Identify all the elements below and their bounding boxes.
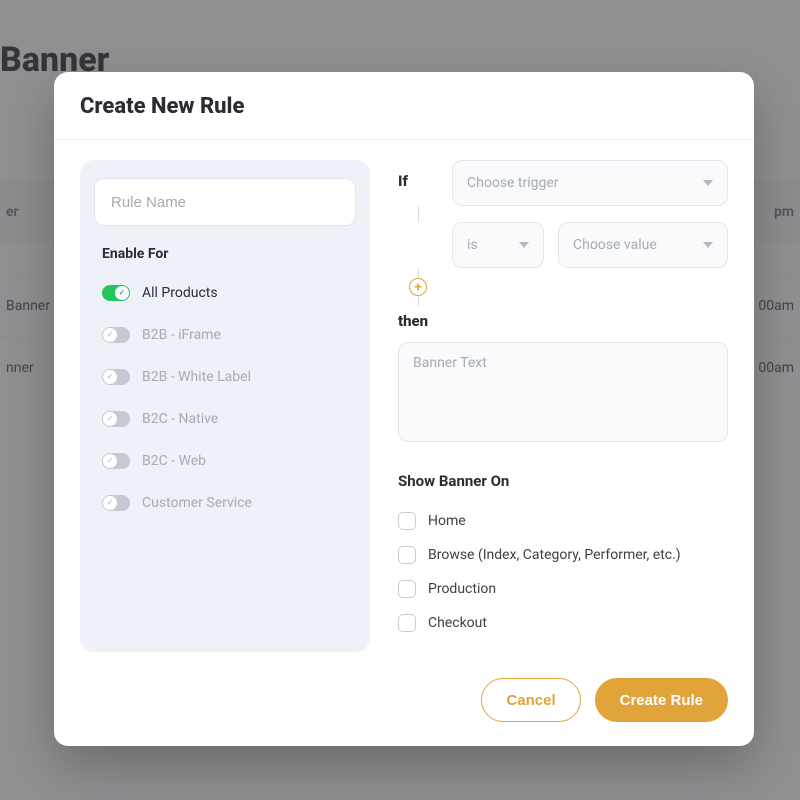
create-rule-modal: Create New Rule Enable For ✓ All Product…	[54, 72, 754, 746]
then-block: then	[398, 312, 728, 446]
toggle-switch[interactable]: ✓	[102, 369, 130, 385]
product-toggle-label: B2B - iFrame	[142, 327, 221, 343]
show-on-option-browse[interactable]: Browse (Index, Category, Performer, etc.…	[398, 538, 728, 572]
check-icon: ✓	[107, 415, 114, 423]
if-trigger-row: If Choose trigger	[398, 160, 728, 206]
check-icon: ✓	[119, 289, 126, 297]
check-icon: ✓	[107, 373, 114, 381]
chevron-down-icon	[703, 180, 713, 186]
checkbox-icon[interactable]	[398, 614, 416, 632]
flow-connector-line	[418, 296, 419, 306]
checkbox-icon[interactable]	[398, 512, 416, 530]
check-icon: ✓	[107, 331, 114, 339]
toggle-switch[interactable]: ✓	[102, 411, 130, 427]
toggle-switch[interactable]: ✓	[102, 453, 130, 469]
check-icon: ✓	[107, 457, 114, 465]
if-connector-1	[398, 206, 728, 222]
chevron-down-icon	[519, 242, 529, 248]
product-toggle-label: B2B - White Label	[142, 369, 251, 385]
plus-icon: +	[414, 281, 421, 294]
toggle-switch[interactable]: ✓	[102, 495, 130, 511]
rule-meta-panel: Enable For ✓ All Products ✓ B2B - iFrame…	[80, 160, 370, 652]
rule-name-input[interactable]	[94, 178, 356, 226]
show-on-option-home[interactable]: Home	[398, 504, 728, 538]
trigger-select-placeholder: Choose trigger	[467, 175, 559, 191]
product-toggle-all-products[interactable]: ✓ All Products	[98, 276, 352, 310]
toggle-switch[interactable]: ✓	[102, 327, 130, 343]
show-banner-on-label: Show Banner On	[398, 472, 728, 490]
if-keyword: If	[398, 160, 438, 190]
show-on-option-checkout[interactable]: Checkout	[398, 606, 728, 640]
operator-select-placeholder: is	[467, 237, 478, 253]
show-on-option-label: Production	[428, 581, 496, 597]
flow-connector-line	[418, 206, 419, 222]
enable-for-label: Enable For	[102, 246, 352, 262]
modal-title: Create New Rule	[80, 94, 728, 119]
enable-for-group: Enable For ✓ All Products ✓ B2B - iFrame…	[94, 246, 356, 520]
modal-footer: Cancel Create Rule	[54, 660, 754, 746]
product-toggle-label: B2C - Web	[142, 453, 206, 469]
checkbox-icon[interactable]	[398, 580, 416, 598]
value-select-placeholder: Choose value	[573, 237, 657, 253]
cancel-button[interactable]: Cancel	[481, 678, 580, 722]
value-select[interactable]: Choose value	[558, 222, 728, 268]
then-keyword: then	[398, 312, 728, 330]
checkbox-icon[interactable]	[398, 546, 416, 564]
add-condition-row: +	[398, 268, 728, 306]
chevron-down-icon	[703, 242, 713, 248]
show-on-option-production[interactable]: Production	[398, 572, 728, 606]
product-toggle-b2c-native[interactable]: ✓ B2C - Native	[98, 402, 352, 436]
rule-definition-panel: If Choose trigger is Choo	[398, 160, 728, 652]
trigger-select[interactable]: Choose trigger	[452, 160, 728, 206]
if-condition-row: is Choose value	[398, 222, 728, 268]
show-on-option-label: Browse (Index, Category, Performer, etc.…	[428, 547, 681, 563]
toggle-switch[interactable]: ✓	[102, 285, 130, 301]
product-toggle-label: Customer Service	[142, 495, 252, 511]
product-toggle-label: B2C - Native	[142, 411, 218, 427]
product-toggle-b2b-white-label[interactable]: ✓ B2B - White Label	[98, 360, 352, 394]
create-rule-button[interactable]: Create Rule	[595, 678, 728, 722]
modal-header: Create New Rule	[54, 72, 754, 140]
product-toggle-label: All Products	[142, 285, 218, 301]
flow-connector-line	[418, 268, 419, 278]
banner-text-input[interactable]	[398, 342, 728, 442]
operator-select[interactable]: is	[452, 222, 544, 268]
show-banner-on-group: Show Banner On Home Browse (Index, Categ…	[398, 472, 728, 640]
product-toggle-b2c-web[interactable]: ✓ B2C - Web	[98, 444, 352, 478]
product-toggle-b2b-iframe[interactable]: ✓ B2B - iFrame	[98, 318, 352, 352]
add-condition-button[interactable]: +	[409, 278, 427, 296]
modal-body: Enable For ✓ All Products ✓ B2B - iFrame…	[54, 140, 754, 660]
product-toggle-customer-service[interactable]: ✓ Customer Service	[98, 486, 352, 520]
show-on-option-label: Checkout	[428, 615, 487, 631]
show-on-option-label: Home	[428, 513, 466, 529]
check-icon: ✓	[107, 499, 114, 507]
